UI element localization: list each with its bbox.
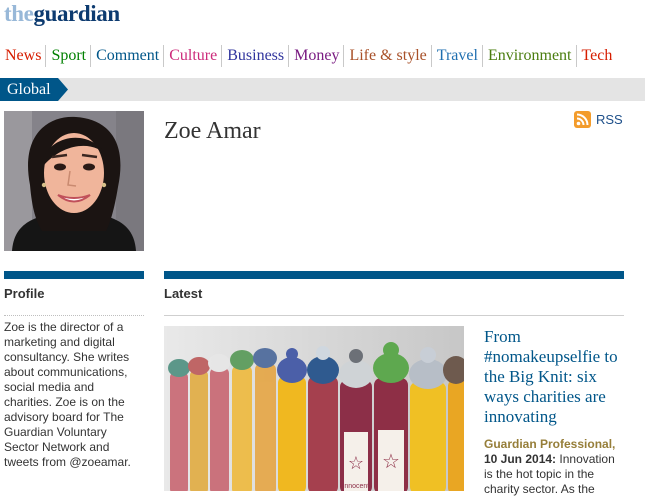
- nav-item-environment[interactable]: Environment: [481, 45, 576, 67]
- svg-text:☆: ☆: [382, 451, 400, 473]
- rss-link[interactable]: RSS: [574, 111, 623, 128]
- latest-rule: [164, 271, 624, 279]
- section-tag-label: Global: [7, 81, 51, 98]
- main-nav: News Sport Comment Culture Business Money Life…: [0, 43, 645, 69]
- story-headline[interactable]: From #nomakeupselfie to the Big Knit: si…: [484, 327, 624, 427]
- story-standfirst: Guardian Professional, 10 Jun 2014: Innov…: [484, 437, 624, 497]
- rss-label: RSS: [596, 112, 623, 127]
- profile-rule: [4, 271, 144, 279]
- guardian-logo[interactable]: theguardian: [4, 1, 120, 27]
- profile-divider: [4, 315, 144, 316]
- nav-item-news[interactable]: News: [0, 45, 45, 67]
- story-source: Guardian Professional,: [484, 437, 616, 451]
- nav-item-culture[interactable]: Culture: [163, 45, 221, 67]
- svg-text:☆: ☆: [348, 453, 364, 473]
- rss-icon: [574, 111, 591, 128]
- logo-the: the: [4, 1, 34, 26]
- nav-item-life-style[interactable]: Life & style: [343, 45, 430, 67]
- section-bar: Global: [0, 78, 645, 101]
- bottle-label: innocent: [343, 483, 370, 490]
- nav-item-business[interactable]: Business: [221, 45, 288, 67]
- author-name: Zoe Amar: [164, 118, 261, 144]
- logo-name: guardian: [33, 1, 120, 26]
- profile-bio: Zoe is the director of a marketing and d…: [4, 320, 131, 469]
- story-date: 10 Jun 2014:: [484, 452, 557, 466]
- author-photo: [4, 111, 144, 251]
- latest-heading: Latest: [164, 286, 203, 301]
- nav-item-tech[interactable]: Tech: [575, 45, 617, 67]
- section-tag-global[interactable]: Global: [0, 78, 68, 101]
- nav-item-sport[interactable]: Sport: [45, 45, 90, 67]
- story-image[interactable]: ☆ innocent ☆: [164, 326, 464, 491]
- nav-item-money[interactable]: Money: [288, 45, 343, 67]
- profile-heading: Profile: [4, 286, 45, 301]
- nav-item-comment[interactable]: Comment: [90, 45, 163, 67]
- nav-item-travel[interactable]: Travel: [430, 45, 482, 67]
- latest-divider: [164, 315, 624, 316]
